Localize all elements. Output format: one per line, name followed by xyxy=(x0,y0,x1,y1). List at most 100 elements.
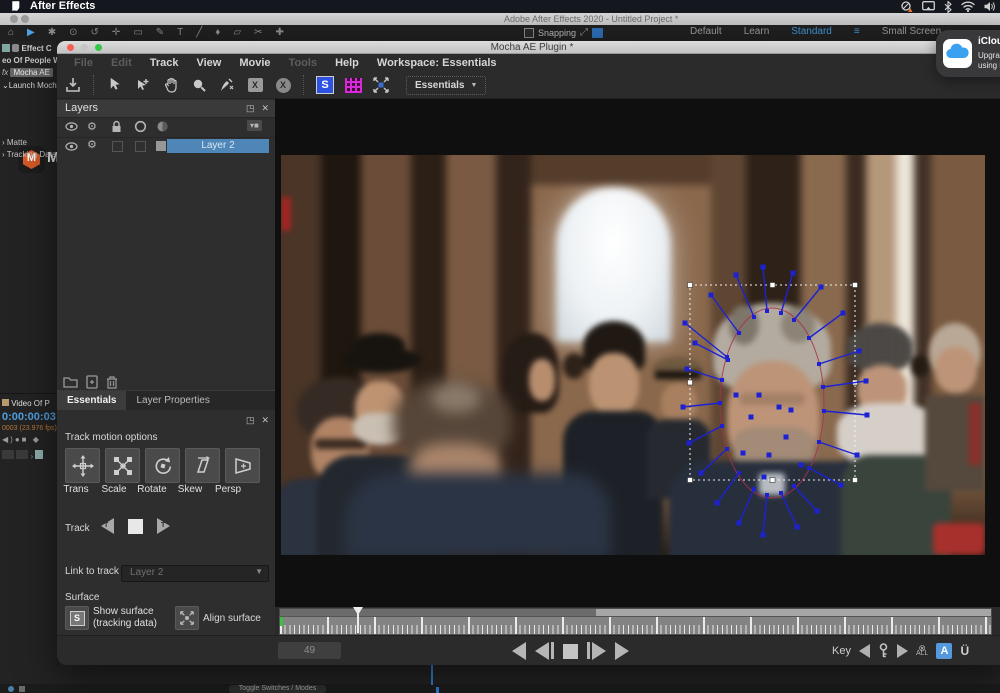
menu-view[interactable]: View xyxy=(187,57,230,69)
trans-button[interactable] xyxy=(65,448,100,483)
layer-name[interactable]: Layer 2 xyxy=(167,139,269,153)
menu-track[interactable]: Track xyxy=(141,57,188,69)
delete-layer-icon[interactable] xyxy=(106,375,118,389)
ae-tool-strip[interactable]: ⌂▶✱⊙↺✛▭✎T╱♦▱✂✚ xyxy=(8,26,284,40)
save-icon[interactable] xyxy=(62,75,84,95)
in-point-marker[interactable] xyxy=(280,617,283,626)
rotate-button[interactable] xyxy=(145,448,180,483)
pan-behind-tool-icon[interactable]: ✛ xyxy=(112,26,120,40)
layer-visibility-icon[interactable] xyxy=(65,140,78,153)
eraser-tool-icon[interactable]: ▱ xyxy=(233,26,241,40)
key-icon[interactable] xyxy=(878,643,889,659)
tab-essentials[interactable]: Essentials xyxy=(57,391,126,410)
timeline-ruler[interactable] xyxy=(279,616,992,635)
viewport[interactable] xyxy=(275,99,1000,607)
pan-tool-icon[interactable] xyxy=(160,75,182,95)
track-backwards-button[interactable]: T xyxy=(101,518,114,534)
persp-button[interactable] xyxy=(225,448,260,483)
hand-tool-icon[interactable]: ✱ xyxy=(48,26,56,40)
workspace-tab-standard[interactable]: Standard xyxy=(791,26,832,37)
panel-float-icon[interactable]: ◳ xyxy=(246,415,255,426)
track-column-icon[interactable]: ⚙ xyxy=(87,120,97,133)
tab-layer-properties[interactable]: Layer Properties xyxy=(126,391,219,410)
menu-tools[interactable]: Tools xyxy=(280,57,327,69)
panel-float-icon[interactable]: ◳ xyxy=(246,103,255,114)
prev-keyframe-button[interactable] xyxy=(859,644,870,658)
matte-row[interactable]: › Matte xyxy=(2,138,27,147)
show-surface-button[interactable]: S xyxy=(65,606,89,630)
workspace-tab-learn[interactable]: Learn xyxy=(744,26,770,37)
scale-button[interactable] xyxy=(105,448,140,483)
av-feature-icons[interactable]: ◀)●■ ◆ xyxy=(2,435,41,444)
layer-row[interactable]: ⚙ Layer 2 xyxy=(57,138,275,154)
current-timecode[interactable]: 0:00:00:03 xyxy=(2,411,56,423)
brush-tool-icon[interactable]: ╱ xyxy=(196,26,202,40)
panel-close-icon[interactable]: ✕ xyxy=(261,415,269,426)
panel-close-icon[interactable]: ✕ xyxy=(261,103,269,114)
mask-rect-tool-icon[interactable]: X xyxy=(244,75,266,95)
mocha-titlebar[interactable]: Mocha AE Plugin * xyxy=(57,41,1000,54)
label-color-swatch[interactable] xyxy=(35,450,43,459)
select-tool-icon[interactable] xyxy=(104,75,126,95)
layer-color-swatch[interactable] xyxy=(156,141,166,151)
orbit-tool-icon[interactable]: ↺ xyxy=(91,26,99,40)
active-app-name[interactable]: After Effects xyxy=(30,0,95,13)
puppet-tool-icon[interactable]: ✚ xyxy=(276,26,284,40)
snapping-checkbox[interactable] xyxy=(524,28,534,38)
link-to-track-select[interactable]: Layer 2 ▼ xyxy=(121,565,269,582)
switch-cell[interactable] xyxy=(2,450,14,459)
snapping-control[interactable]: Snapping ⤢ xyxy=(524,27,603,38)
icloud-notification[interactable]: iCloud Upgrad using i xyxy=(936,30,1000,77)
layer-track-icon[interactable]: ⚙ xyxy=(87,138,97,151)
menu-movie[interactable]: Movie xyxy=(230,57,279,69)
launch-mocha-row[interactable]: ⌄Launch Moch xyxy=(2,81,57,90)
toggle-switches-button[interactable]: Toggle Switches / Modes xyxy=(229,685,326,693)
new-folder-icon[interactable] xyxy=(63,375,78,388)
layer-switch-row[interactable]: › xyxy=(2,450,43,461)
layer-matte-checkbox[interactable] xyxy=(135,141,146,152)
apple-menu-icon[interactable] xyxy=(12,1,22,12)
step-back-button[interactable] xyxy=(535,642,554,660)
menu-edit[interactable]: Edit xyxy=(102,57,141,69)
wifi-icon[interactable] xyxy=(961,1,975,12)
insert-column-icon[interactable] xyxy=(156,120,169,133)
ae-bottom-icon[interactable] xyxy=(19,686,25,692)
menu-file[interactable]: File xyxy=(65,57,102,69)
type-tool-icon[interactable]: T xyxy=(177,26,183,40)
menu-workspace[interactable]: Workspace: Essentials xyxy=(368,57,506,69)
skew-button[interactable] xyxy=(185,448,220,483)
switch-cell[interactable] xyxy=(16,450,28,459)
toolbar-workspace-select[interactable]: Essentials ▼ xyxy=(406,76,486,95)
bluetooth-icon[interactable] xyxy=(944,1,952,13)
track-forwards-button[interactable]: T xyxy=(157,518,170,534)
lock-column-icon[interactable] xyxy=(111,120,122,133)
volume-icon[interactable] xyxy=(984,1,996,12)
stop-button[interactable] xyxy=(563,644,578,659)
layer-options-icon[interactable]: ▾■ xyxy=(247,120,262,131)
current-frame-field[interactable]: 49 xyxy=(278,642,341,659)
add-point-tool-icon[interactable] xyxy=(132,75,154,95)
mask-ellipse-tool-icon[interactable]: X xyxy=(272,75,294,95)
selection-tool-icon[interactable]: ▶ xyxy=(27,26,35,40)
effect-entry[interactable]: fx Mocha AE xyxy=(2,68,53,77)
next-keyframe-button[interactable] xyxy=(897,644,908,658)
ae-bottom-icon[interactable] xyxy=(8,686,14,692)
menu-help[interactable]: Help xyxy=(326,57,368,69)
show-grid-icon[interactable] xyxy=(342,75,364,95)
video-frame[interactable] xyxy=(281,155,985,555)
ae-minimize-button[interactable] xyxy=(21,15,29,23)
workspace-tab-small-screen[interactable]: Small Screen xyxy=(882,26,941,37)
blue-doc-icon[interactable] xyxy=(592,28,603,38)
step-forward-button[interactable] xyxy=(587,642,606,660)
effect-name[interactable]: Mocha AE xyxy=(10,68,52,77)
zoom-tool-icon[interactable]: ⊙ xyxy=(69,26,77,40)
tracking-overlay[interactable] xyxy=(281,155,985,555)
show-surface-icon[interactable]: S xyxy=(314,75,336,95)
effect-controls-tab[interactable]: Effect C xyxy=(2,44,52,53)
stamp-tool-icon[interactable]: ♦ xyxy=(215,26,220,40)
home-tool-icon[interactable]: ⌂ xyxy=(8,26,14,40)
ae-cti-line[interactable] xyxy=(431,665,433,685)
clip-row[interactable]: Video Of P xyxy=(2,399,50,408)
app-alert-icon[interactable] xyxy=(901,1,913,13)
play-forwards-button[interactable] xyxy=(615,642,629,660)
